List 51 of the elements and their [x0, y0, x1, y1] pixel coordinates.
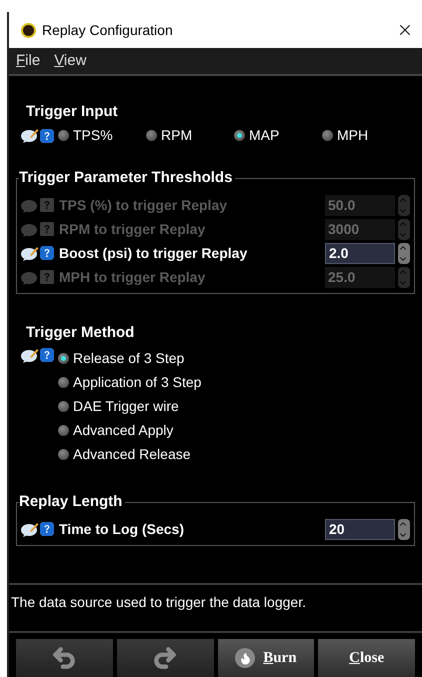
radio-label[interactable]: DAE Trigger wire	[73, 396, 179, 416]
menu-item[interactable]: View	[54, 50, 86, 72]
note-edit-icon[interactable]	[21, 522, 39, 536]
note-edit-icon[interactable]	[21, 128, 39, 143]
radio-button[interactable]	[58, 376, 69, 388]
help-icon[interactable]	[40, 522, 54, 536]
value-field[interactable]: 2.0	[325, 242, 395, 264]
help-icon[interactable]	[40, 246, 54, 260]
undo-icon	[51, 645, 78, 671]
section-title: Trigger Method	[26, 324, 136, 342]
radio-button[interactable]	[146, 130, 157, 141]
radio-button[interactable]	[58, 448, 69, 460]
redo-icon	[152, 645, 178, 671]
group-title: Replay Length	[19, 492, 126, 512]
help-icon[interactable]	[40, 128, 54, 142]
radio-button[interactable]	[322, 130, 333, 141]
parameter-label: RPM to trigger Replay	[59, 220, 206, 239]
radio-label[interactable]: MPH	[337, 125, 368, 146]
menu-item[interactable]: File	[16, 50, 40, 72]
radio-label[interactable]: TPS%	[73, 125, 113, 146]
burn-button[interactable]: Burn	[218, 639, 314, 677]
radio-button[interactable]	[58, 130, 69, 141]
note-edit-icon[interactable]	[21, 246, 39, 260]
redo-button[interactable]	[116, 639, 214, 677]
radio-button[interactable]	[58, 400, 69, 412]
radio-button[interactable]	[58, 424, 69, 436]
radio-button[interactable]	[234, 130, 245, 141]
radio-label[interactable]: MAP	[249, 125, 280, 146]
parameter-label: Boost (psi) to trigger Replay	[59, 244, 248, 263]
section-title: Trigger Input	[26, 103, 119, 121]
close-button[interactable]: Close	[318, 639, 415, 677]
spin-control[interactable]	[398, 518, 410, 540]
radio-label[interactable]: RPM	[161, 125, 192, 146]
flame-icon	[235, 648, 256, 668]
value-field[interactable]: 20	[325, 518, 395, 540]
spin-control[interactable]	[398, 242, 410, 264]
app-logo-icon	[21, 22, 36, 38]
radio-label[interactable]: Release of 3 Step	[73, 348, 184, 368]
radio-label[interactable]: Advanced Apply	[73, 420, 174, 440]
parameter-label: Time to Log (Secs)	[59, 520, 184, 539]
radio-label[interactable]: Advanced Release	[73, 444, 191, 464]
window-title: Replay Configuration	[42, 20, 173, 40]
parameter-label: MPH to trigger Replay	[59, 268, 206, 287]
parameter-label: TPS (%) to trigger Replay	[59, 196, 228, 215]
help-icon[interactable]	[40, 348, 54, 362]
radio-label[interactable]: Application of 3 Step	[73, 372, 202, 392]
help-text: The data source used to trigger the data logger.	[11, 594, 306, 610]
radio-button[interactable]	[58, 352, 69, 364]
note-edit-icon[interactable]	[21, 348, 39, 363]
group-title: Trigger Parameter Thresholds	[19, 168, 236, 188]
undo-button[interactable]	[16, 639, 113, 677]
